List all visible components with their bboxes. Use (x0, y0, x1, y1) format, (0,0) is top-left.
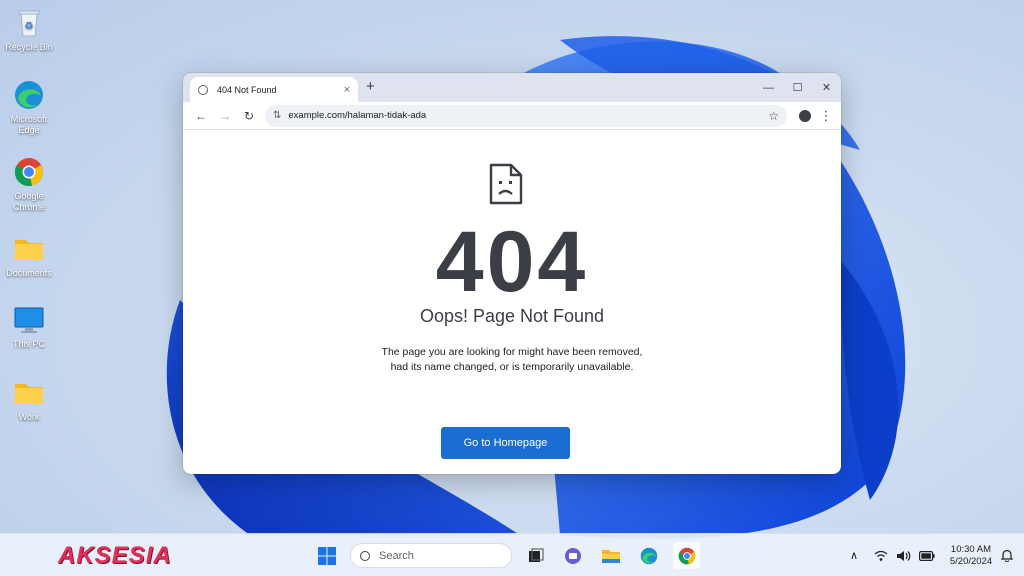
search-icon (360, 550, 370, 561)
address-bar[interactable]: ⇅ example.com/halaman-tidak-ada ☆ (265, 104, 787, 127)
desktop-icon-edge[interactable]: Microsoft Edge (0, 78, 58, 136)
maximize-button[interactable]: ☐ (783, 73, 812, 102)
task-view-icon[interactable] (522, 542, 549, 569)
error-message-line: had its name changed, or is temporarily … (390, 361, 634, 373)
desktop-icon-label: Recycle Bin (5, 42, 53, 52)
go-to-homepage-button[interactable]: Go to Homepage (441, 427, 570, 459)
desktop-icon-label: Work (18, 412, 40, 422)
chrome-icon[interactable] (673, 542, 700, 569)
error-title: Oops! Page Not Found (419, 306, 605, 326)
error-code: 404 (435, 214, 589, 310)
volume-icon[interactable] (896, 534, 911, 576)
close-tab-icon[interactable]: × (344, 84, 350, 96)
svg-text:♻: ♻ (25, 21, 34, 32)
globe-icon (198, 84, 208, 95)
wifi-icon[interactable] (874, 534, 888, 576)
taskbar-search[interactable]: Search (350, 543, 512, 568)
windows-start-icon[interactable] (317, 546, 337, 566)
desktop-icon-work[interactable]: Work (0, 376, 58, 423)
broken-document-icon (489, 163, 523, 205)
url-text[interactable]: example.com/halaman-tidak-ada (288, 110, 768, 121)
desktop-icon-this-pc[interactable]: This PC (0, 303, 58, 350)
system-clock[interactable]: 10:30 AM 5/20/2024 (943, 544, 999, 568)
desktop-icon-label: This PC (12, 339, 45, 349)
reload-button[interactable]: ↻ (237, 105, 261, 127)
account-icon[interactable] (793, 105, 817, 127)
error-page: 404 Oops! Page Not Found The page you ar… (183, 130, 841, 474)
recycle-bin-icon: ♻ (18, 10, 40, 37)
battery-icon[interactable] (919, 534, 935, 576)
edge-icon[interactable] (635, 542, 662, 569)
close-window-button[interactable]: ✕ (812, 73, 841, 102)
minimize-button[interactable]: — (754, 73, 783, 102)
chrome-icon (14, 158, 43, 187)
file-explorer-icon[interactable] (597, 542, 624, 569)
tab-404-not-found[interactable]: 404 Not Found × (190, 77, 358, 102)
edge-icon (15, 81, 43, 109)
bookmark-star-icon[interactable]: ☆ (768, 109, 779, 123)
desktop-icon-recycle-bin[interactable]: ♻ Recycle Bin (0, 6, 58, 53)
menu-icon[interactable]: ⋮ (817, 105, 835, 127)
desktop-icon-chrome[interactable]: Google Chrome (0, 155, 58, 213)
back-button[interactable]: ← (189, 105, 213, 127)
tab-title: 404 Not Found (217, 84, 277, 95)
desktop-icon-label: Microsoft Edge (10, 114, 48, 135)
error-message: The page you are looking for might have … (183, 345, 841, 375)
desktop-icon-label: Google Chrome (12, 191, 45, 212)
tab-bar: 404 Not Found × + — ☐ ✕ (183, 73, 841, 102)
notification-bell-icon[interactable] (1001, 534, 1013, 576)
clock-date: 5/20/2024 (949, 556, 993, 567)
forward-button[interactable]: → (213, 105, 237, 127)
taskbar: AKSESIA Search ∧ 10:30 AM 5/20/2024 (0, 533, 1024, 576)
browser-window: 404 Not Found × + — ☐ ✕ ← → ↻ ⇅ example.… (183, 73, 841, 474)
monitor-icon (14, 307, 44, 333)
folder-icon (15, 384, 43, 404)
show-hidden-icons-chevron[interactable]: ∧ (850, 534, 858, 576)
error-message-line: The page you are looking for might have … (381, 346, 643, 358)
search-placeholder: Search (379, 549, 414, 562)
desktop-icon-label: Documents (6, 268, 52, 278)
teams-chat-icon[interactable] (559, 542, 586, 569)
window-controls: — ☐ ✕ (754, 73, 841, 102)
new-tab-button[interactable]: + (366, 79, 375, 95)
brand-watermark: AKSESIA (58, 542, 172, 569)
desktop-icon-documents[interactable]: Documents (0, 232, 58, 279)
folder-icon (15, 240, 43, 260)
clock-time: 10:30 AM (950, 544, 992, 555)
site-info-icon[interactable]: ⇅ (273, 110, 281, 121)
browser-toolbar: ← → ↻ ⇅ example.com/halaman-tidak-ada ☆ … (183, 102, 841, 130)
